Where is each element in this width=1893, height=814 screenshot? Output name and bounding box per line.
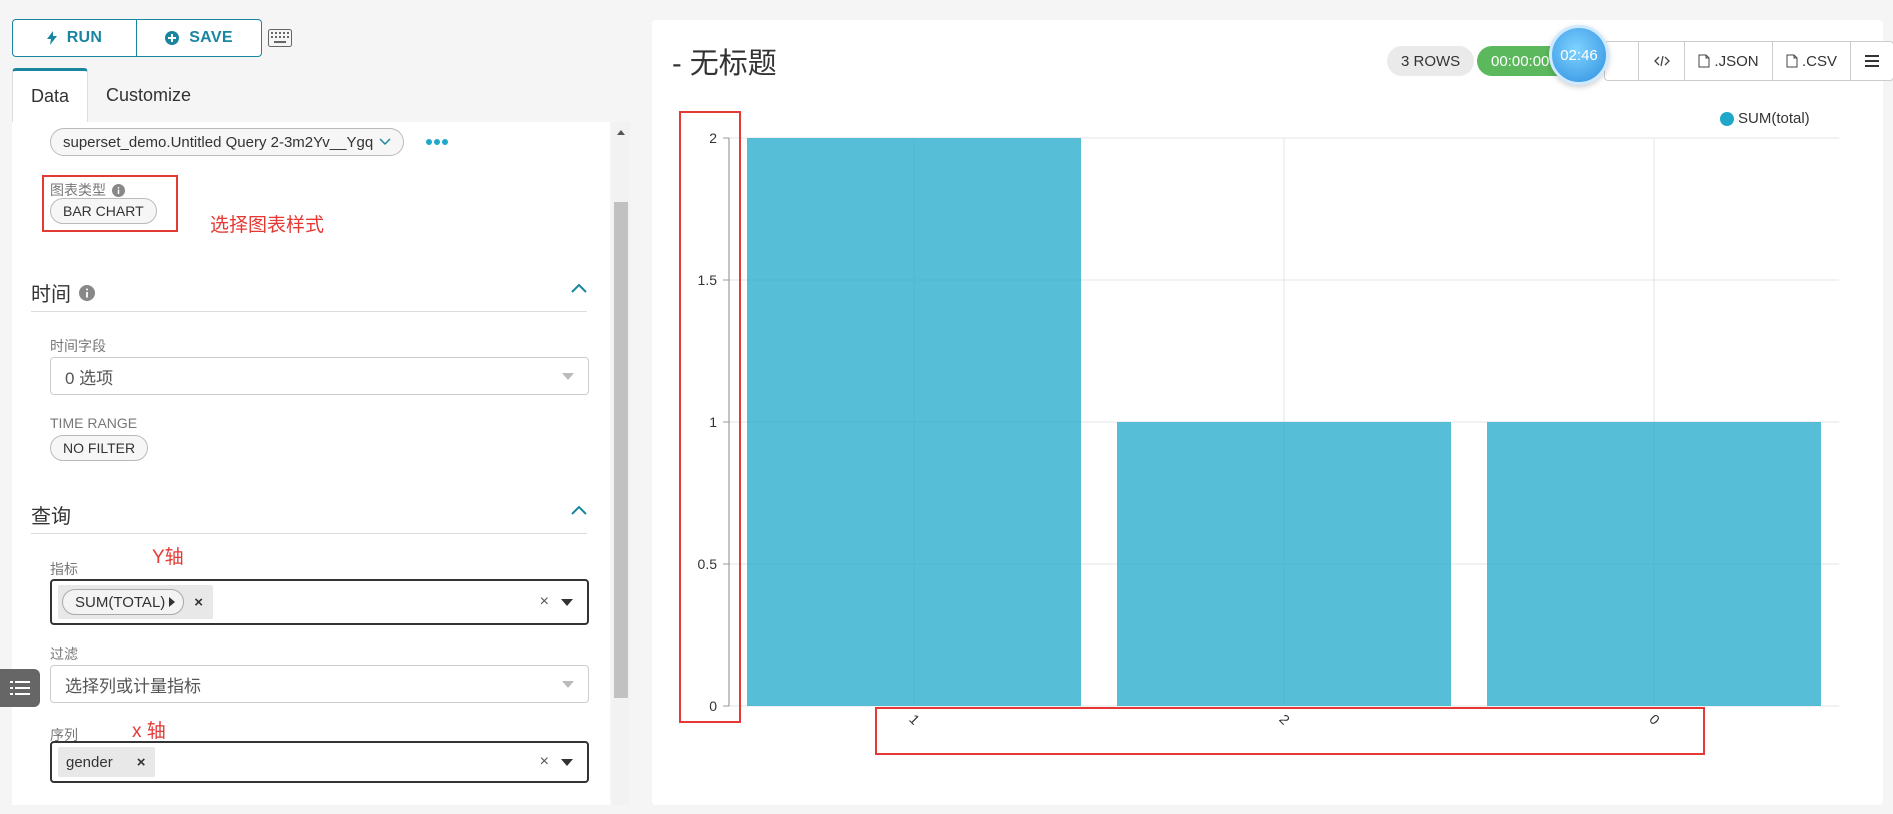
metric-chip-label: SUM(TOTAL) bbox=[75, 593, 166, 611]
annotation-viz-type: 选择图表样式 bbox=[210, 215, 325, 236]
filters-select[interactable]: 选择列或计量指标 bbox=[50, 665, 589, 703]
chevron-up-icon[interactable] bbox=[570, 504, 588, 516]
y-tick-label: 0 bbox=[709, 698, 717, 714]
tab-customize[interactable]: Customize bbox=[88, 68, 209, 122]
bolt-icon bbox=[46, 31, 57, 45]
bar-chart: 0 0.5 1 1.5 2 1 2 0 bbox=[679, 111, 1839, 755]
caret-down-icon bbox=[562, 681, 574, 688]
annotation-x-axis: x 轴 bbox=[132, 721, 166, 742]
x-tick-label: 1 bbox=[906, 711, 923, 728]
filters-placeholder: 选择列或计量指标 bbox=[65, 676, 201, 696]
x-tick-label: 2 bbox=[1276, 711, 1293, 728]
y-tick-label: 0.5 bbox=[698, 556, 718, 572]
legend-dot bbox=[1720, 111, 1734, 126]
metric-chip: SUM(TOTAL) × bbox=[58, 585, 214, 619]
time-range-select[interactable]: NO FILTER bbox=[50, 435, 149, 461]
time-section-title-text: 时间 bbox=[31, 284, 71, 306]
y-tick-label: 2 bbox=[709, 130, 717, 146]
caret-right-icon bbox=[169, 597, 176, 607]
control-panel: RUN SAVE Data Customize superset_demo.Un… bbox=[0, 0, 640, 814]
query-action-buttons: RUN SAVE bbox=[12, 19, 262, 57]
caret-down-icon[interactable] bbox=[561, 759, 573, 766]
panel-scrollbar[interactable] bbox=[612, 122, 630, 805]
run-button[interactable]: RUN bbox=[13, 20, 137, 56]
plus-circle-icon bbox=[165, 31, 180, 45]
metric-chip-label-wrap[interactable]: SUM(TOTAL) bbox=[62, 589, 185, 615]
scrollbar-thumb[interactable] bbox=[614, 202, 628, 698]
caret-down-icon bbox=[562, 373, 574, 380]
remove-series-icon[interactable]: × bbox=[127, 754, 156, 771]
annotation-box-viz-type bbox=[42, 175, 178, 232]
clear-icon[interactable]: × bbox=[540, 593, 549, 611]
section-divider bbox=[31, 311, 587, 312]
floating-list-button[interactable] bbox=[0, 669, 40, 707]
clear-icon[interactable]: × bbox=[540, 753, 549, 771]
y-tick-label: 1 bbox=[709, 414, 717, 430]
save-label: SAVE bbox=[189, 29, 233, 46]
time-field-select[interactable]: 0 选项 bbox=[50, 357, 589, 395]
section-divider bbox=[31, 533, 587, 534]
query-section-title[interactable]: 查询 bbox=[31, 500, 71, 529]
bar-1 bbox=[747, 138, 1081, 706]
scroll-up-icon[interactable] bbox=[612, 126, 630, 138]
info-icon bbox=[79, 284, 95, 301]
tab-data[interactable]: Data bbox=[12, 68, 89, 122]
remove-metric-icon[interactable]: × bbox=[184, 594, 213, 611]
save-button[interactable]: SAVE bbox=[137, 20, 261, 56]
time-range-label: TIME RANGE bbox=[50, 415, 138, 431]
chart-legend[interactable]: SUM(total) bbox=[1720, 110, 1810, 127]
bar-2 bbox=[1117, 422, 1451, 706]
datasource-select[interactable]: superset_demo.Untitled Query 2-3m2Yv__Yg… bbox=[50, 128, 405, 156]
chart-container: - 无标题 3 ROWS 00:00:00 .JSON .CSV 02:46 0… bbox=[652, 20, 1893, 805]
control-tabs: Data Customize bbox=[12, 68, 209, 122]
chevron-down-icon bbox=[379, 138, 391, 146]
series-chip: gender × bbox=[58, 747, 156, 777]
time-field-value: 0 选项 bbox=[65, 368, 114, 388]
x-tick-label: 0 bbox=[1646, 711, 1663, 728]
keyboard-icon[interactable] bbox=[268, 29, 292, 47]
data-panel: superset_demo.Untitled Query 2-3m2Yv__Yg… bbox=[12, 122, 610, 805]
metrics-label: 指标 bbox=[50, 561, 78, 577]
bar-0 bbox=[1487, 422, 1821, 706]
time-section-title[interactable]: 时间 bbox=[31, 278, 95, 307]
more-options-icon[interactable] bbox=[425, 138, 449, 146]
run-label: RUN bbox=[66, 29, 103, 46]
series-chip-label: gender bbox=[66, 753, 113, 771]
filters-label: 过滤 bbox=[50, 646, 78, 662]
legend-label: SUM(total) bbox=[1738, 110, 1810, 127]
explore-view: RUN SAVE Data Customize superset_demo.Un… bbox=[0, 0, 1893, 814]
metrics-select[interactable]: SUM(TOTAL) × × bbox=[50, 579, 589, 625]
datasource-value: superset_demo.Untitled Query 2-3m2Yv__Yg… bbox=[63, 133, 374, 151]
y-tick-label: 1.5 bbox=[698, 272, 718, 288]
list-icon bbox=[10, 681, 30, 695]
time-field-label: 时间字段 bbox=[50, 338, 106, 354]
caret-down-icon[interactable] bbox=[561, 599, 573, 606]
chevron-up-icon[interactable] bbox=[570, 282, 588, 294]
annotation-y-axis: Y轴 bbox=[152, 547, 184, 568]
series-select[interactable]: gender × × bbox=[50, 741, 589, 783]
